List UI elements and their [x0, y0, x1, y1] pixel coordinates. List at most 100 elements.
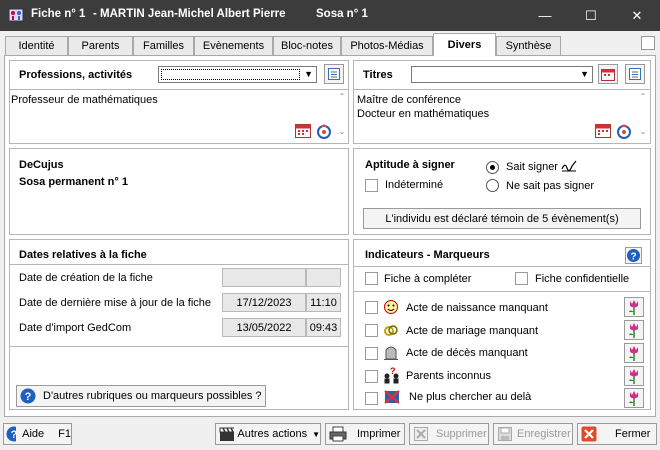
divider [10, 264, 348, 265]
tab-identite[interactable]: Identité [5, 36, 68, 55]
creation-label: Date de création de la fiche [19, 272, 153, 284]
smiley-icon [384, 300, 398, 314]
calendar-icon [601, 68, 615, 81]
sait-signer-label: Sait signer [506, 161, 558, 173]
calendar-icon[interactable] [295, 123, 311, 138]
calendar-icon[interactable] [595, 123, 611, 138]
app-icon [8, 8, 24, 22]
ne-plus-chercher-tulip-button[interactable] [624, 388, 644, 408]
maj-date-field: 17/12/2023 [222, 293, 306, 312]
tab-label: Bloc-notes [281, 40, 333, 52]
deces-label: Acte de décès manquant [406, 347, 528, 359]
close-icon [581, 426, 597, 442]
tulip-icon [629, 346, 638, 361]
fiche-confidentielle-label: Fiche confidentielle [535, 273, 630, 285]
fermer-button[interactable]: Fermer [577, 423, 657, 445]
close-button[interactable]: ✕ [614, 0, 660, 31]
parents-tulip-button[interactable] [624, 366, 644, 386]
professions-text[interactable]: Professeur de mathématiques [11, 94, 158, 106]
autres-actions-button[interactable]: Autres actions ▼ [215, 423, 321, 445]
fiche-completer-checkbox[interactable] [365, 272, 378, 285]
tab-label: Parents [81, 40, 120, 52]
restore-panel-button[interactable] [641, 36, 655, 50]
ne-sait-pas-signer-label: Ne sait pas signer [506, 180, 595, 192]
imprimer-button[interactable]: Imprimer [325, 423, 405, 445]
indetermine-checkbox[interactable] [365, 179, 378, 192]
indetermine-label: Indéterminé [385, 179, 444, 191]
indicateurs-panel: Indicateurs - Marqueurs ? Fiche à complé… [353, 239, 651, 410]
globe-icon[interactable] [616, 123, 632, 139]
tab-photos-medias[interactable]: Photos-Médias [341, 36, 433, 55]
tab-parents[interactable]: Parents [68, 36, 133, 55]
tab-label: Synthèse [505, 40, 552, 52]
tab-synthese[interactable]: Synthèse [496, 36, 561, 55]
titres-line-1[interactable]: Maître de conférence [357, 94, 461, 106]
tab-evenements[interactable]: Evènements [194, 36, 273, 55]
naissance-tulip-button[interactable] [624, 297, 644, 317]
fiche-completer-label: Fiche à compléter [384, 273, 472, 285]
tab-bloc-notes[interactable]: Bloc-notes [273, 36, 341, 55]
mariage-tulip-button[interactable] [624, 320, 644, 340]
dates-title: Dates relatives à la fiche [19, 249, 147, 261]
scroll-down-icon[interactable]: ⌄ [637, 127, 649, 136]
mariage-checkbox[interactable] [365, 324, 378, 337]
sait-signer-radio[interactable] [486, 161, 499, 174]
supprimer-button[interactable]: Supprimer [409, 423, 489, 445]
fiche-confidentielle-checkbox[interactable] [515, 272, 528, 285]
deces-checkbox[interactable] [365, 347, 378, 360]
parents-inconnus-checkbox[interactable] [365, 370, 378, 383]
titres-list-button[interactable] [625, 64, 645, 84]
titres-line-2[interactable]: Docteur en mathématiques [357, 108, 489, 120]
divider [354, 89, 650, 90]
tulip-icon [629, 369, 638, 384]
tab-label: Identité [18, 40, 55, 52]
naissance-checkbox[interactable] [365, 301, 378, 314]
deces-tulip-button[interactable] [624, 343, 644, 363]
tab-label: Photos-Médias [350, 40, 424, 52]
fermer-label: Fermer [615, 428, 651, 440]
help-icon: ? [20, 388, 36, 404]
autres-rubriques-label: D'autres rubriques ou marqueurs possible… [43, 390, 262, 402]
title-bar: Fiche n° 1 - MARTIN Jean-Michel Albert P… [0, 0, 660, 31]
tombstone-icon [384, 346, 398, 360]
signature-icon [561, 160, 577, 172]
parents-inconnus-label: Parents inconnus [406, 370, 491, 382]
delete-icon [414, 427, 428, 441]
scroll-down-icon[interactable]: ⌄ [336, 127, 348, 136]
titres-combo[interactable]: ▼ [411, 66, 593, 83]
titres-title: Titres [363, 69, 393, 81]
minimize-button[interactable]: — [522, 0, 568, 31]
globe-icon[interactable] [316, 123, 332, 139]
professions-title: Professions, activités [19, 69, 133, 81]
import-date-field: 13/05/2022 [222, 318, 306, 337]
ne-plus-chercher-checkbox[interactable] [365, 392, 378, 405]
window-title-fiche: Fiche n° 1 [31, 8, 86, 20]
autres-rubriques-button[interactable]: ? D'autres rubriques ou marqueurs possib… [16, 385, 266, 407]
ne-sait-pas-signer-radio[interactable] [486, 179, 499, 192]
maximize-button[interactable]: ☐ [568, 0, 614, 31]
scroll-up-icon[interactable]: ⌃ [637, 92, 649, 101]
supprimer-label: Supprimer [436, 428, 487, 440]
scroll-up-icon[interactable]: ⌃ [336, 92, 348, 101]
clapperboard-icon [219, 427, 235, 441]
imprimer-label: Imprimer [357, 428, 401, 440]
enregistrer-button[interactable]: Enregistrer [493, 423, 573, 445]
tab-divers[interactable]: Divers [433, 33, 496, 56]
aide-button[interactable]: ? Aide F1 [3, 423, 72, 445]
svg-text:?: ? [630, 252, 636, 263]
naissance-label: Acte de naissance manquant [406, 302, 548, 314]
close-icon: ✕ [631, 7, 643, 23]
creation-time-field [306, 268, 341, 287]
indicateurs-title: Indicateurs - Marqueurs [365, 249, 490, 261]
professions-combo[interactable]: ▼ [158, 66, 317, 83]
professions-list-button[interactable] [324, 64, 344, 84]
printer-icon [329, 426, 347, 442]
temoin-button[interactable]: L'individu est déclaré témoin de 5 évène… [363, 208, 641, 229]
aide-label: Aide [22, 428, 45, 440]
field-value: 11:10 [310, 296, 337, 309]
tab-familles[interactable]: Familles [133, 36, 194, 55]
decujus-label: DeCujus [19, 159, 64, 171]
titres-calendar-button[interactable] [598, 64, 618, 84]
divider [10, 346, 348, 347]
help-icon[interactable]: ? [625, 247, 642, 264]
